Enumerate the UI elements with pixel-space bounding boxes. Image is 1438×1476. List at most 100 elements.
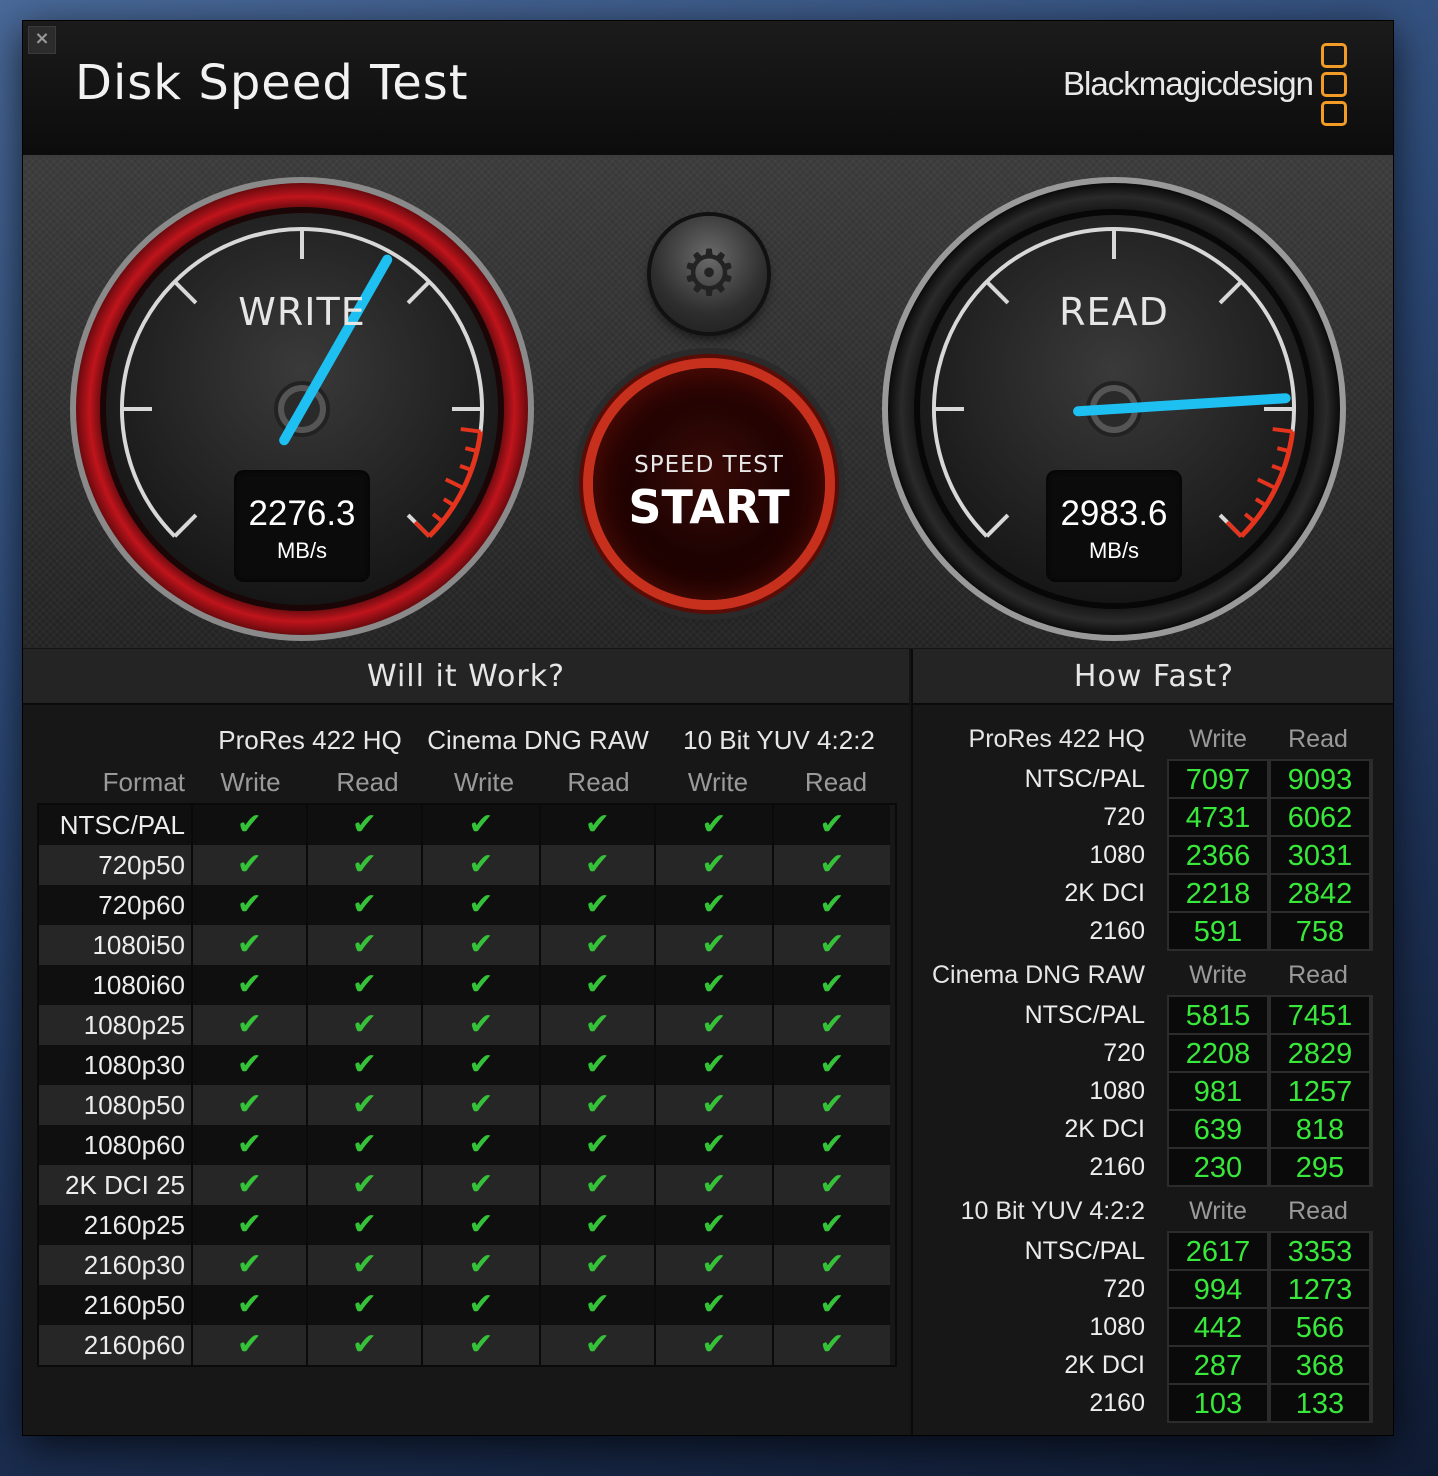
check-icon: ✔	[539, 1085, 654, 1125]
check-icon: ✔	[654, 925, 772, 965]
compatibility-table: NTSC/PAL ✔ ✔ ✔ ✔ ✔ ✔ 720p50 ✔ ✔ ✔ ✔ ✔ ✔ 720p60 ✔ ✔ ✔ ✔ ✔ ✔ 10…	[37, 803, 897, 1367]
table-row: 1080p30 ✔ ✔ ✔ ✔ ✔ ✔	[39, 1045, 895, 1085]
how-fast-read-header: Read	[1288, 961, 1348, 989]
how-fast-read-value: 1257	[1271, 1073, 1369, 1109]
how-fast-row-label: 2160	[1089, 1153, 1145, 1181]
gauge-area: WRITE 2276.3 MB/s ⚙ SPEED TEST START REA…	[23, 158, 1393, 648]
write-gauge: WRITE 2276.3 MB/s	[67, 174, 537, 644]
check-icon: ✔	[654, 1165, 772, 1205]
check-icon: ✔	[772, 925, 890, 965]
check-icon: ✔	[191, 1045, 306, 1085]
how-fast-read-value: 566	[1271, 1309, 1369, 1345]
how-fast-write-value: 442	[1169, 1309, 1267, 1345]
how-fast-write-value: 287	[1169, 1347, 1267, 1383]
check-icon: ✔	[654, 1045, 772, 1085]
table-row: 2160p30 ✔ ✔ ✔ ✔ ✔ ✔	[39, 1245, 895, 1285]
check-icon: ✔	[191, 925, 306, 965]
table-row: NTSC/PAL ✔ ✔ ✔ ✔ ✔ ✔	[39, 805, 895, 845]
check-icon: ✔	[772, 1325, 890, 1365]
how-fast-write-header: Write	[1189, 725, 1247, 753]
how-fast-row-label: 720	[1103, 1039, 1145, 1067]
check-icon: ✔	[191, 1325, 306, 1365]
how-fast-row-label: 720	[1103, 1275, 1145, 1303]
table-row: 1080i60 ✔ ✔ ✔ ✔ ✔ ✔	[39, 965, 895, 1005]
check-icon: ✔	[306, 805, 421, 845]
format-label: 1080p30	[39, 1045, 191, 1085]
check-icon: ✔	[306, 965, 421, 1005]
check-icon: ✔	[654, 1085, 772, 1125]
how-fast-read-value: 2842	[1271, 875, 1369, 911]
how-fast-read-value: 368	[1271, 1347, 1369, 1383]
how-fast-title: How Fast?	[913, 649, 1393, 705]
format-label: 1080p25	[39, 1005, 191, 1045]
check-icon: ✔	[306, 1205, 421, 1245]
format-label: 1080i50	[39, 925, 191, 965]
check-icon: ✔	[421, 925, 539, 965]
how-fast-write-header: Write	[1189, 1197, 1247, 1225]
check-icon: ✔	[421, 965, 539, 1005]
group-header-cinema-dng: Cinema DNG RAW	[427, 725, 649, 755]
check-icon: ✔	[772, 805, 890, 845]
check-icon: ✔	[306, 925, 421, 965]
check-icon: ✔	[654, 1005, 772, 1045]
read-unit: MB/s	[1088, 538, 1140, 563]
start-big-label: START	[628, 480, 790, 534]
how-fast-row-label: 2K DCI	[1064, 879, 1145, 907]
check-icon: ✔	[306, 1045, 421, 1085]
check-icon: ✔	[421, 1125, 539, 1165]
check-icon: ✔	[539, 1045, 654, 1085]
read-gauge: READ 2983.6 MB/s	[879, 174, 1349, 644]
how-fast-write-value: 230	[1169, 1149, 1267, 1185]
how-fast-write-header: Write	[1189, 961, 1247, 989]
check-icon: ✔	[191, 885, 306, 925]
check-icon: ✔	[772, 965, 890, 1005]
start-small-label: SPEED TEST	[634, 452, 784, 478]
check-icon: ✔	[191, 965, 306, 1005]
check-icon: ✔	[306, 1085, 421, 1125]
how-fast-read-value: 9093	[1271, 761, 1369, 797]
format-column-header: Format	[102, 767, 185, 797]
app-window: × Disk Speed Test Blackmagicdesign WRITE…	[22, 20, 1394, 1436]
check-icon: ✔	[654, 1325, 772, 1365]
read-label: READ	[1059, 290, 1169, 334]
write-value: 2276.3	[248, 494, 356, 533]
how-fast-read-value: 1273	[1271, 1271, 1369, 1307]
check-icon: ✔	[772, 1125, 890, 1165]
will-it-work-title: Will it Work?	[23, 649, 909, 705]
check-icon: ✔	[539, 1005, 654, 1045]
check-icon: ✔	[421, 885, 539, 925]
brand-logo-icon	[1321, 43, 1349, 129]
write-unit: MB/s	[276, 538, 328, 563]
check-icon: ✔	[772, 885, 890, 925]
check-icon: ✔	[539, 1285, 654, 1325]
start-button[interactable]: SPEED TEST START	[593, 368, 825, 600]
how-fast-group-title: 10 Bit YUV 4:2:2	[960, 1197, 1145, 1225]
how-fast-write-value: 639	[1169, 1111, 1267, 1147]
check-icon: ✔	[772, 1045, 890, 1085]
column-header-read: Read	[336, 767, 399, 797]
check-icon: ✔	[191, 1205, 306, 1245]
table-row: 1080i50 ✔ ✔ ✔ ✔ ✔ ✔	[39, 925, 895, 965]
check-icon: ✔	[421, 1325, 539, 1365]
how-fast-panel: How Fast? ProRes 422 HQ Write Read NTSC/PAL…	[911, 649, 1393, 1435]
check-icon: ✔	[772, 1205, 890, 1245]
close-icon[interactable]: ×	[28, 26, 56, 54]
how-fast-group-title: ProRes 422 HQ	[968, 725, 1145, 753]
check-icon: ✔	[191, 1285, 306, 1325]
check-icon: ✔	[772, 1005, 890, 1045]
how-fast-row-label: NTSC/PAL	[1024, 1237, 1145, 1265]
group-header-yuv: 10 Bit YUV 4:2:2	[683, 725, 875, 755]
format-label: 2K DCI 25	[39, 1165, 191, 1205]
read-readout: 2983.6 MB/s	[1046, 470, 1182, 582]
table-row: 2160p25 ✔ ✔ ✔ ✔ ✔ ✔	[39, 1205, 895, 1245]
check-icon: ✔	[421, 1165, 539, 1205]
how-fast-write-value: 981	[1169, 1073, 1267, 1109]
check-icon: ✔	[306, 1245, 421, 1285]
check-icon: ✔	[306, 1165, 421, 1205]
how-fast-read-value: 2829	[1271, 1035, 1369, 1071]
check-icon: ✔	[421, 1005, 539, 1045]
how-fast-group-title: Cinema DNG RAW	[932, 961, 1145, 989]
settings-button[interactable]: ⚙	[651, 216, 767, 332]
how-fast-row-label: 2160	[1089, 917, 1145, 945]
check-icon: ✔	[421, 805, 539, 845]
